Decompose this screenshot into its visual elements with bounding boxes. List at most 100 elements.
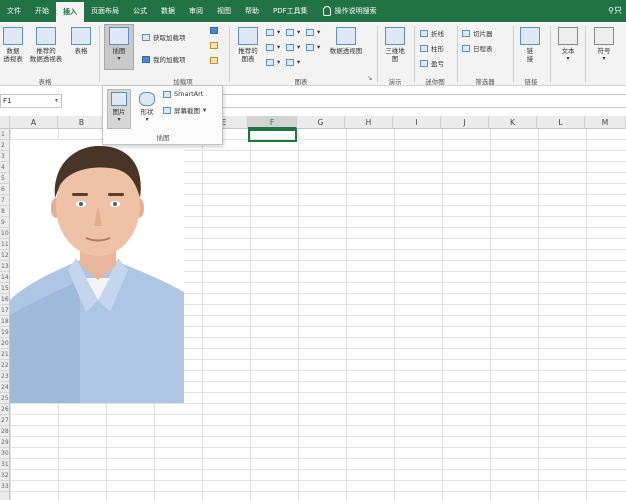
- row-header[interactable]: 7: [0, 195, 9, 206]
- recommended-pivot-icon: [36, 27, 56, 45]
- recommended-pivot-button[interactable]: 推荐的 数据透视表: [28, 27, 64, 63]
- column-header[interactable]: I: [393, 116, 441, 129]
- column-header[interactable]: L: [537, 116, 585, 129]
- row-header[interactable]: 14: [0, 272, 9, 283]
- pictures-button[interactable]: 图片 ▾: [108, 92, 130, 124]
- name-box[interactable]: F1 ▾: [0, 94, 62, 108]
- pivot-chart-button[interactable]: 数据透视图: [328, 27, 364, 55]
- symbols-button[interactable]: 符号 ▾: [591, 27, 617, 63]
- tab-pdf-tools[interactable]: PDF工具集: [266, 0, 315, 22]
- line-chart-button[interactable]: ▾: [266, 43, 280, 51]
- row-header[interactable]: 10: [0, 228, 9, 239]
- tab-review[interactable]: 审阅: [182, 0, 210, 22]
- column-header[interactable]: K: [489, 116, 537, 129]
- row-header[interactable]: 22: [0, 360, 9, 371]
- sparkline-column-button[interactable]: 柱形: [420, 43, 444, 53]
- scatter-chart-button[interactable]: ▾: [286, 58, 300, 66]
- statistic-chart-button[interactable]: ▾: [286, 43, 300, 51]
- row-header[interactable]: 16: [0, 294, 9, 305]
- row-header[interactable]: 25: [0, 393, 9, 404]
- row-header[interactable]: 32: [0, 470, 9, 481]
- row-header[interactable]: 23: [0, 371, 9, 382]
- row-header[interactable]: 5: [0, 173, 9, 184]
- row-header[interactable]: 11: [0, 239, 9, 250]
- row-header[interactable]: 24: [0, 382, 9, 393]
- row-header[interactable]: 12: [0, 250, 9, 261]
- row-header[interactable]: 15: [0, 283, 9, 294]
- pie-chart-button[interactable]: ▾: [266, 58, 280, 66]
- people-graph-button[interactable]: [210, 42, 218, 49]
- sparkline-line-button[interactable]: 折线: [420, 28, 444, 38]
- tab-data[interactable]: 数据: [154, 0, 182, 22]
- column-header[interactable]: M: [585, 116, 626, 129]
- row-header[interactable]: 17: [0, 305, 9, 316]
- screenshot-button[interactable]: 屏幕截图 ▾: [163, 105, 206, 115]
- row-header[interactable]: 20: [0, 338, 9, 349]
- table-button[interactable]: 表格: [70, 27, 92, 55]
- hierarchy-chart-button[interactable]: ▾: [286, 28, 300, 36]
- tab-insert[interactable]: 插入: [56, 2, 84, 22]
- smartart-button[interactable]: SmartArt: [163, 90, 203, 98]
- column-header[interactable]: J: [441, 116, 489, 129]
- text-button[interactable]: 文本 ▾: [556, 27, 580, 63]
- waterfall-chart-button[interactable]: ▾: [306, 28, 320, 36]
- tab-home[interactable]: 开始: [28, 0, 56, 22]
- row-header[interactable]: 9: [0, 217, 9, 228]
- illustrations-button[interactable]: 插图 ▾: [105, 27, 133, 63]
- column-chart-button[interactable]: ▾: [266, 28, 280, 36]
- row-header[interactable]: 19: [0, 327, 9, 338]
- row-header[interactable]: 2: [0, 140, 9, 151]
- row-header[interactable]: 26: [0, 404, 9, 415]
- my-addins-label: 我的加载项: [153, 56, 186, 64]
- tab-formulas[interactable]: 公式: [126, 0, 154, 22]
- user-account[interactable]: ⚲只: [608, 0, 622, 22]
- formula-input[interactable]: [210, 94, 626, 108]
- row-header[interactable]: 21: [0, 349, 9, 360]
- row-header[interactable]: 3: [0, 151, 9, 162]
- table-icon: [71, 27, 91, 45]
- tell-me-search[interactable]: 操作说明搜索: [315, 0, 377, 22]
- recommended-charts-button[interactable]: 推荐的 图表: [234, 27, 262, 63]
- column-header[interactable]: H: [345, 116, 393, 129]
- pivot-table-button[interactable]: 数据 透视表: [2, 27, 24, 63]
- column-header[interactable]: A: [10, 116, 58, 129]
- inserted-portrait-picture[interactable]: [10, 140, 184, 403]
- combo-chart-button[interactable]: ▾: [306, 43, 320, 51]
- 3d-map-button[interactable]: 三维地 图: [381, 27, 409, 63]
- tab-view[interactable]: 视图: [210, 0, 238, 22]
- row-header[interactable]: 4: [0, 162, 9, 173]
- row-header[interactable]: 27: [0, 415, 9, 426]
- bar-chart-icon: [238, 27, 258, 45]
- row-header[interactable]: 28: [0, 426, 9, 437]
- row-header[interactable]: 6: [0, 184, 9, 195]
- chevron-down-icon: ▾: [566, 55, 570, 62]
- row-header[interactable]: 30: [0, 448, 9, 459]
- tab-help[interactable]: 帮助: [238, 0, 266, 22]
- row-header[interactable]: 18: [0, 316, 9, 327]
- row-header[interactable]: 29: [0, 437, 9, 448]
- row-header[interactable]: 33: [0, 481, 9, 492]
- pie-chart-icon: [266, 58, 274, 66]
- sparkline-winloss-button[interactable]: 盈亏: [420, 58, 444, 68]
- slicer-button[interactable]: 切片器: [462, 28, 493, 38]
- row-header[interactable]: 1: [0, 129, 9, 140]
- charts-dialog-launcher[interactable]: ↘: [367, 74, 372, 82]
- row-header[interactable]: 8: [0, 206, 9, 217]
- link-button[interactable]: 链 接: [518, 27, 542, 63]
- timeline-button[interactable]: 日程表: [462, 43, 493, 53]
- column-header[interactable]: B: [58, 116, 106, 129]
- tab-file[interactable]: 文件: [0, 0, 28, 22]
- row-header[interactable]: 31: [0, 459, 9, 470]
- visio-button[interactable]: [210, 57, 218, 64]
- column-header[interactable]: G: [297, 116, 345, 129]
- my-addins-button[interactable]: 我的加载项: [142, 54, 186, 64]
- get-addins-button[interactable]: 获取加载项: [142, 32, 186, 42]
- active-cell[interactable]: [248, 129, 297, 142]
- illustrations-dropdown: 图片 ▾ 形状 ▾ SmartArt 屏幕截图 ▾ 插图: [102, 85, 223, 145]
- tab-page-layout[interactable]: 页面布局: [84, 0, 126, 22]
- select-all-corner[interactable]: [0, 116, 10, 129]
- bing-maps-button[interactable]: [210, 27, 218, 34]
- shapes-button[interactable]: 形状 ▾: [135, 92, 159, 124]
- row-header[interactable]: 13: [0, 261, 9, 272]
- column-header-selected[interactable]: F: [248, 116, 297, 129]
